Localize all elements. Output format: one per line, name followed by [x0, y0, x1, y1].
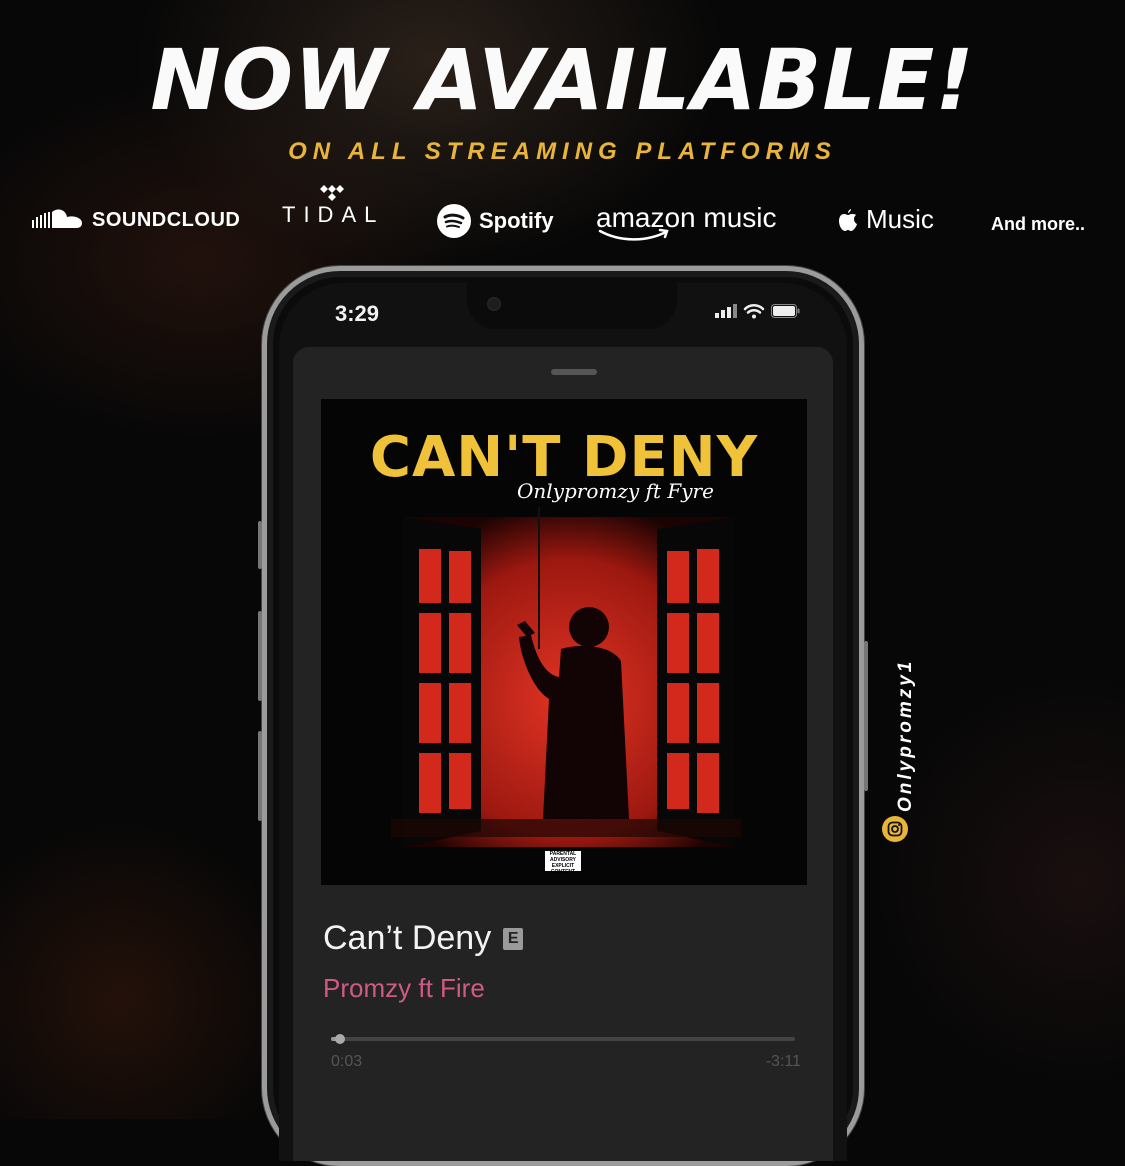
battery-icon	[771, 304, 800, 318]
soundcloud-logo[interactable]: SOUNDCLOUD	[32, 208, 240, 232]
apple-icon	[839, 208, 857, 231]
time-elapsed: 0:03	[331, 1053, 363, 1070]
instagram-handle[interactable]: Onlypromzy1	[895, 659, 917, 812]
time-remaining: -3:11	[765, 1053, 801, 1070]
platform-logos: SOUNDCLOUD TIDAL Spotify amazon music Mu…	[0, 180, 1125, 250]
track-title: Can’t Deny	[323, 919, 492, 957]
tidal-label: TIDAL	[282, 202, 385, 227]
track-artist[interactable]: Promzy ft Fire	[323, 973, 485, 1004]
subheadline: ON ALL STREAMING PLATFORMS	[288, 138, 837, 165]
progress-bar[interactable]	[331, 1034, 795, 1044]
tidal-icon	[320, 185, 344, 201]
album-artwork: CAN'T DENY Onlypromzy ft Fyre PARENTAL A…	[321, 399, 807, 885]
status-icons	[715, 303, 801, 319]
spotify-label: Spotify	[479, 208, 554, 233]
amazon-smile-icon	[598, 228, 669, 241]
spotify-logo[interactable]: Spotify	[437, 204, 554, 238]
phone-volume-down	[258, 731, 262, 821]
status-time: 3:29	[335, 301, 380, 326]
instagram-icon	[882, 816, 908, 842]
soundcloud-label: SOUNDCLOUD	[92, 208, 241, 231]
explicit-badge: E	[503, 927, 524, 950]
amazon-music-logo[interactable]: amazon music	[596, 202, 777, 241]
phone-notch	[467, 283, 677, 329]
wifi-icon	[743, 304, 765, 319]
phone-volume-up	[258, 611, 262, 701]
now-playing-sheet: CAN'T DENY Onlypromzy ft Fyre PARENTAL A…	[293, 347, 833, 1161]
phone-mockup: 3:29 CAN'T DENY Onlypromzy ft Fyre PAREN…	[258, 266, 868, 1166]
cover-artist: Onlypromzy ft Fyre	[517, 479, 714, 503]
amazon-label-wrap: amazon music	[596, 202, 777, 241]
phone-mute-switch	[258, 521, 262, 569]
parental-advisory-label: PARENTAL ADVISORY EXPLICIT CONTENT	[545, 851, 581, 875]
phone-power-button	[864, 641, 868, 791]
progress-knob[interactable]	[335, 1034, 346, 1044]
apple-music-label: Music	[866, 204, 934, 234]
phone-screen: 3:29 CAN'T DENY Onlypromzy ft Fyre PAREN…	[279, 283, 847, 1161]
camera-icon	[487, 297, 501, 311]
sheet-grabber[interactable]	[551, 369, 597, 375]
headline: NOW AVAILABLE!	[150, 31, 975, 129]
spotify-icon	[437, 204, 471, 238]
and-more-text: And more..	[991, 214, 1086, 234]
apple-music-logo[interactable]: Music	[838, 204, 934, 235]
signal-icon	[715, 304, 737, 318]
soundcloud-icon	[32, 209, 82, 228]
tidal-logo[interactable]: TIDAL	[282, 202, 384, 228]
track-title-row: Can’t Deny E	[323, 919, 524, 958]
